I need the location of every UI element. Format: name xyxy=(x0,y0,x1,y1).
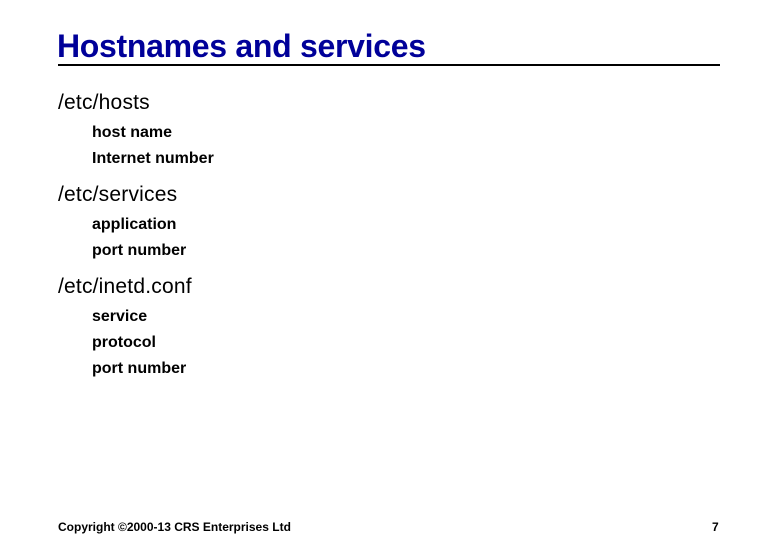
section-heading: /etc/inetd.conf xyxy=(58,275,192,298)
slide-content: /etc/hosts host name Internet number /et… xyxy=(58,86,214,382)
list-item: port number xyxy=(92,360,187,377)
list-item: host name xyxy=(92,124,173,141)
list-item: application xyxy=(92,216,177,233)
section-etc-services: /etc/services application port number xyxy=(58,178,214,264)
section-heading: /etc/hosts xyxy=(58,91,150,114)
list-item: Internet number xyxy=(92,150,214,167)
list-item: port number xyxy=(92,242,187,259)
section-heading: /etc/services xyxy=(58,183,178,206)
section-item-list: host name Internet number xyxy=(58,120,214,172)
section-item-list: application port number xyxy=(58,212,214,264)
title-underline-divider xyxy=(58,64,720,66)
page-number: 7 xyxy=(712,520,719,534)
list-item: protocol xyxy=(92,334,156,351)
footer-copyright: Copyright ©2000-13 CRS Enterprises Ltd xyxy=(58,520,291,534)
list-item: service xyxy=(92,308,148,325)
section-etc-inetd-conf: /etc/inetd.conf service protocol port nu… xyxy=(58,270,214,382)
section-etc-hosts: /etc/hosts host name Internet number xyxy=(58,86,214,172)
slide-title: Hostnames and services xyxy=(57,28,426,64)
section-item-list: service protocol port number xyxy=(58,304,214,382)
